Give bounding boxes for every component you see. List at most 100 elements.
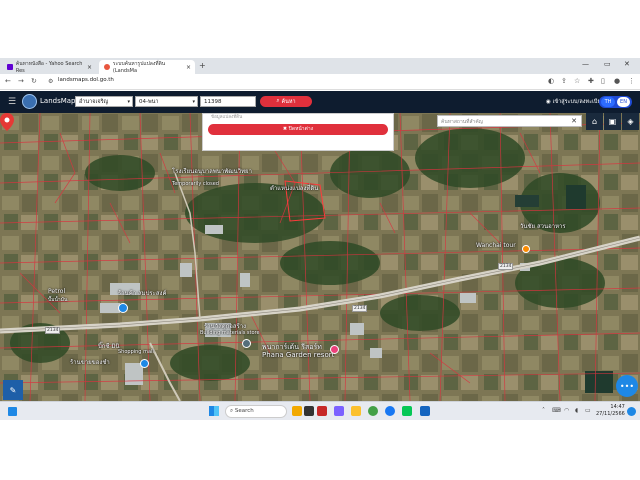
clear-icon[interactable]: ✕ [571, 117, 577, 125]
taskbar-search-label: Search [234, 408, 254, 414]
reload-icon[interactable]: ↻ [31, 77, 37, 85]
parcel-info-popup: ข้อมูลแปลงที่ดิน ✖ ปิดหน้าต่าง [202, 113, 394, 151]
line-icon[interactable] [402, 406, 412, 416]
lang-th-button[interactable]: TH [601, 97, 615, 107]
store-marker-icon[interactable] [242, 339, 251, 348]
clock-time: 14:47 [610, 404, 625, 410]
bookmark-icon[interactable]: ☆ [574, 77, 580, 85]
address-bar: ← → ↻ ⚙ landsmaps.dol.go.th ◐ ⇪ ☆ ✚ ▯ ● … [0, 74, 640, 90]
word-icon[interactable] [420, 406, 430, 416]
map-pin-icon [104, 64, 110, 70]
volume-icon[interactable]: ◖ [575, 407, 578, 414]
road-number-label: 2134 [498, 263, 514, 270]
blank-area [0, 420, 640, 480]
profile-icon[interactable]: ● [614, 77, 620, 85]
translate-icon[interactable]: ◐ [548, 77, 554, 85]
chevron-down-icon: ▾ [192, 98, 195, 105]
close-popup-button[interactable]: ✖ ปิดหน้าต่าง [208, 124, 388, 135]
new-tab-button[interactable]: + [199, 61, 206, 70]
clock[interactable]: 14:47 27/11/2566 [596, 404, 625, 418]
copilot-icon[interactable] [292, 406, 302, 416]
url-field[interactable]: landsmaps.dol.go.th [58, 77, 114, 83]
language-toggle[interactable]: TH EN [599, 96, 632, 108]
shop-label: ร้านค้า สมประสงค์ [118, 290, 167, 297]
brand-name: LandsMaps [40, 97, 80, 105]
province-select[interactable]: อำนาจเจริญ ▾ [75, 96, 133, 107]
tab-title: ระบบค้นหารูปแปลงที่ดิน (LandsMa [112, 61, 166, 74]
measure-tool-button[interactable]: ✎ [3, 380, 23, 400]
close-window-icon[interactable]: ✕ [624, 60, 630, 68]
keyboard-icon[interactable]: ⌨ [552, 407, 561, 414]
school-status-label: Temporarily closed [172, 181, 219, 187]
mall-marker-icon[interactable] [140, 359, 149, 368]
parcel-number-input[interactable]: 11398 [200, 96, 256, 107]
facebook-icon[interactable] [385, 406, 395, 416]
minimize-icon[interactable]: — [582, 60, 589, 68]
tab-yahoo[interactable]: ค้นหาหนังสือ - Yahoo Search Res × [2, 60, 96, 74]
yahoo-icon [7, 64, 13, 70]
teams-icon[interactable] [334, 406, 344, 416]
extensions-icon[interactable]: ✚ [588, 77, 594, 85]
petrol-label: Petrol [48, 288, 66, 295]
search-button[interactable]: ⌕ ค้นหา [260, 96, 312, 107]
wifi-icon[interactable]: ◠ [564, 407, 569, 414]
hamburger-icon[interactable]: ☰ [8, 97, 16, 107]
back-icon[interactable]: ← [5, 77, 11, 85]
mall-en-label: Shopping mall [118, 349, 154, 355]
home-button[interactable]: ⌂ [586, 113, 603, 130]
fullscreen-icon: ▣ [608, 117, 617, 126]
task-view-icon[interactable] [304, 406, 314, 416]
store-th-label: ร้านขายของชำ [70, 359, 110, 366]
widgets-icon[interactable] [8, 407, 17, 416]
maximize-icon[interactable]: ▭ [604, 60, 611, 68]
popup-placeholder: ข้อมูลแปลงที่ดิน [211, 115, 243, 120]
parcel-number-value: 11398 [204, 98, 222, 105]
forward-icon[interactable]: → [18, 77, 24, 85]
login-link[interactable]: ◉ เข้าสู่ระบบ/ลงทะเบียน [546, 98, 604, 106]
materials-en-label: Building materials store [200, 330, 260, 336]
province-value: อำนาจเจริญ [79, 98, 109, 105]
close-tab-icon[interactable]: × [186, 64, 191, 71]
home-icon: ⌂ [591, 117, 598, 126]
district-value: 04-พนา [139, 98, 159, 105]
layers-button[interactable]: ◈ [622, 113, 639, 130]
district-select[interactable]: 04-พนา ▾ [135, 96, 198, 107]
fullscreen-button[interactable]: ▣ [604, 113, 621, 130]
map-view[interactable]: ข้อมูลแปลงที่ดิน ✖ ปิดหน้าต่าง ตำแหน่งแป… [0, 113, 640, 401]
road-number-label: 2134 [45, 327, 61, 334]
tab-landsmaps[interactable]: ระบบค้นหารูปแปลงที่ดิน (LandsMa × [99, 60, 195, 74]
login-label: เข้าสู่ระบบ/ลงทะเบียน [552, 99, 605, 105]
school-label: โรงเรียนอนุบาลพนาพัฒนวิทยา [172, 168, 252, 175]
road-number-label: 2134 [352, 305, 368, 312]
chrome-icon[interactable] [368, 406, 378, 416]
chevron-up-icon[interactable]: ˄ [542, 407, 545, 414]
chevron-down-icon: ▾ [127, 98, 130, 105]
sidebar-icon[interactable]: ▯ [601, 77, 605, 85]
layers-icon: ◈ [627, 117, 634, 126]
restaurant-marker-icon[interactable] [522, 245, 530, 253]
notification-badge[interactable] [627, 407, 636, 416]
close-popup-label: ปิดหน้าต่าง [288, 126, 314, 132]
wanchai-th-label: วันชัย สวนอาหาร [520, 223, 566, 230]
resort-marker-icon[interactable] [330, 345, 339, 354]
tools-icon: ✎ [9, 385, 17, 395]
battery-icon[interactable]: ▭ [585, 407, 591, 414]
place-search-input[interactable]: ค้นหาสถานที่สำคัญ ✕ [437, 115, 582, 127]
taskbar-search[interactable]: ⌕ Search [225, 405, 287, 418]
browser-tab-bar: ค้นหาหนังสือ - Yahoo Search Res × ระบบค้… [0, 58, 640, 74]
site-info-icon[interactable]: ⚙ [48, 78, 53, 85]
lang-en-button[interactable]: EN [617, 97, 630, 107]
wanchai-en-label: Wanchai tour [476, 242, 516, 249]
file-explorer-icon[interactable] [351, 406, 361, 416]
chat-icon: ••• [619, 381, 635, 391]
screen: ค้นหาหนังสือ - Yahoo Search Res × ระบบค้… [0, 0, 640, 480]
menu-icon[interactable]: ⋮ [628, 77, 635, 85]
chat-button[interactable]: ••• [616, 375, 638, 397]
close-tab-icon[interactable]: × [87, 64, 92, 71]
windows-start-icon[interactable] [209, 406, 219, 416]
app-icon[interactable] [317, 406, 327, 416]
place-search-placeholder: ค้นหาสถานที่สำคัญ [441, 119, 483, 125]
shop-marker-icon[interactable] [118, 303, 128, 313]
map-pin-icon[interactable] [0, 113, 14, 131]
share-icon[interactable]: ⇪ [561, 77, 567, 85]
